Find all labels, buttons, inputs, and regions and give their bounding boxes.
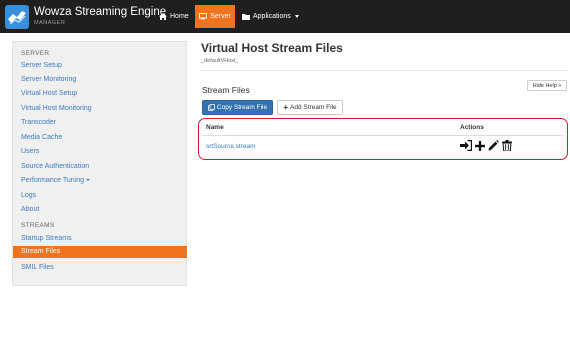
row-actions: [460, 140, 512, 151]
sidebar-item-startup-streams[interactable]: Startup Streams: [21, 235, 72, 242]
section-title: Stream Files: [202, 85, 250, 95]
stream-file-name-link[interactable]: srtSource.stream: [206, 143, 256, 150]
stream-files-table-highlight: Name Actions srtSource.stream: [198, 118, 568, 160]
nav-server-label: Server: [210, 13, 231, 20]
connect-icon[interactable]: [460, 140, 472, 151]
add-stream-file-button[interactable]: + Add Stream File: [277, 100, 343, 115]
column-header-actions: Actions: [460, 124, 484, 131]
home-icon: [159, 13, 167, 20]
sidebar-item-performance-tuning-label: Performance Tuning: [21, 177, 85, 184]
sidebar-item-logs[interactable]: Logs: [21, 192, 36, 199]
add-stream-file-label: Add Stream File: [290, 104, 337, 111]
sidebar-item-stream-files[interactable]: Stream Files: [13, 246, 187, 258]
brand-subtitle: MANAGER: [34, 19, 66, 26]
sidebar-item-performance-tuning[interactable]: Performance Tuning: [21, 177, 91, 184]
wowza-logo-icon: [5, 4, 29, 29]
hide-help-button[interactable]: Hide Help »: [527, 80, 567, 91]
sidebar-item-virtual-host-monitoring[interactable]: Virtual Host Monitoring: [21, 105, 92, 112]
plus-icon: +: [283, 103, 289, 112]
copy-stream-file-button[interactable]: Copy Stream File: [202, 100, 273, 115]
top-navbar: Wowza Streaming Engine MANAGER Home Serv…: [0, 0, 570, 33]
sidebar-item-stream-files-label: Stream Files: [21, 248, 61, 255]
title-divider: [201, 70, 567, 71]
page-subtitle: _defaultVHost_: [201, 58, 239, 64]
copy-stream-file-label: Copy Stream File: [216, 104, 268, 111]
sidebar-item-media-cache[interactable]: Media Cache: [21, 134, 62, 141]
sidebar: SERVER Server Setup Server Monitoring Vi…: [12, 41, 187, 286]
page-title: Virtual Host Stream Files: [201, 41, 343, 55]
sidebar-heading-streams: STREAMS: [21, 222, 55, 229]
copy-icon: [207, 104, 215, 111]
column-header-name: Name: [206, 124, 224, 131]
nav-home-label: Home: [170, 13, 189, 20]
brand[interactable]: Wowza Streaming Engine MANAGER: [5, 4, 166, 29]
plus-icon[interactable]: [475, 140, 485, 151]
nav-applications-label: Applications: [253, 13, 291, 20]
sidebar-item-source-authentication[interactable]: Source Authentication: [21, 163, 89, 170]
sidebar-item-smil-files[interactable]: SMIL Files: [21, 264, 54, 271]
sidebar-item-users[interactable]: Users: [21, 148, 39, 155]
table-header-divider: [202, 135, 563, 136]
nav-home[interactable]: Home: [159, 0, 189, 33]
pencil-icon[interactable]: [488, 140, 499, 151]
monitor-icon: [199, 13, 208, 20]
nav-server[interactable]: Server: [195, 5, 235, 28]
sidebar-item-virtual-host-setup[interactable]: Virtual Host Setup: [21, 90, 77, 97]
sidebar-item-transcoder[interactable]: Transcoder: [21, 119, 56, 126]
chevron-down-icon: [294, 15, 299, 18]
nav-applications[interactable]: Applications: [242, 0, 299, 33]
brand-title: Wowza Streaming Engine: [34, 6, 167, 18]
sidebar-item-server-monitoring[interactable]: Server Monitoring: [21, 76, 76, 83]
sidebar-item-about[interactable]: About: [21, 206, 39, 213]
folder-icon: [242, 14, 250, 20]
trash-icon[interactable]: [502, 140, 512, 151]
chevron-down-icon: [86, 179, 91, 182]
sidebar-heading-server: SERVER: [21, 50, 50, 57]
sidebar-item-server-setup[interactable]: Server Setup: [21, 62, 62, 69]
